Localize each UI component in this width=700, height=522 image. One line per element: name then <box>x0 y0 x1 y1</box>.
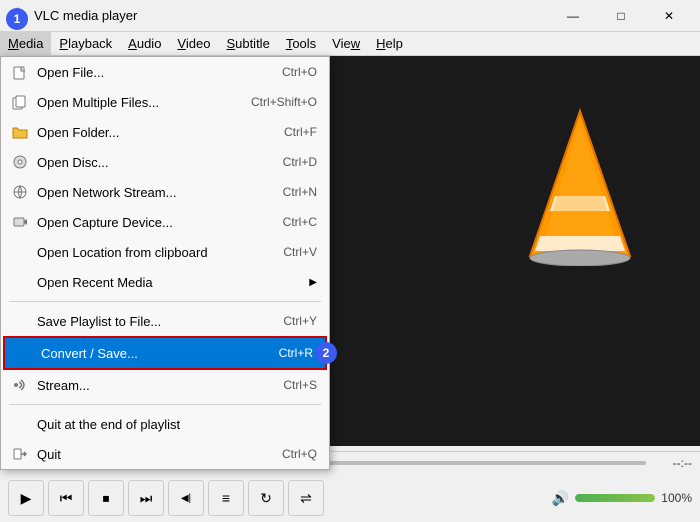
menu-quit[interactable]: Quit Ctrl+Q <box>1 439 329 469</box>
menu-open-folder[interactable]: Open Folder... Ctrl+F <box>1 117 329 147</box>
separator-2 <box>9 404 321 405</box>
menu-open-capture[interactable]: Open Capture Device... Ctrl+C <box>1 207 329 237</box>
play-button[interactable]: ▶ <box>8 480 44 516</box>
open-recent-label: Open Recent Media <box>37 275 301 290</box>
maximize-button[interactable]: □ <box>598 0 644 32</box>
eq-button[interactable]: ≡ <box>208 480 244 516</box>
menu-open-file[interactable]: Open File... Ctrl+O <box>1 57 329 87</box>
open-capture-icon <box>9 211 31 233</box>
volume-bar[interactable] <box>575 494 655 502</box>
menu-label-video: Video <box>177 36 210 51</box>
open-folder-icon <box>9 121 31 143</box>
badge-1: 1 <box>6 8 28 30</box>
save-playlist-icon <box>9 310 31 332</box>
open-disc-label: Open Disc... <box>37 155 263 170</box>
open-capture-shortcut: Ctrl+C <box>283 215 317 229</box>
menu-stream[interactable]: Stream... Ctrl+S <box>1 370 329 400</box>
menu-open-network[interactable]: Open Network Stream... Ctrl+N <box>1 177 329 207</box>
open-location-icon <box>9 241 31 263</box>
menu-item-help[interactable]: Help <box>368 32 411 55</box>
menu-save-playlist[interactable]: Save Playlist to File... Ctrl+Y <box>1 306 329 336</box>
open-disc-icon <box>9 151 31 173</box>
window-controls: — □ ✕ <box>550 0 692 32</box>
open-file-shortcut: Ctrl+O <box>282 65 317 79</box>
dropdown-menu: Open File... Ctrl+O Open Multiple Files.… <box>0 56 330 470</box>
menu-item-subtitle[interactable]: Subtitle <box>218 32 277 55</box>
frame-back-button[interactable]: ◀| <box>168 480 204 516</box>
open-folder-shortcut: Ctrl+F <box>284 125 317 139</box>
title-bar: VLC media player — □ ✕ <box>0 0 700 32</box>
volume-fill <box>575 494 655 502</box>
controls-row: ▶ ⏮ ⏹ ⏭ ◀| ≡ ↻ ⇌ 🔊 100% <box>0 474 700 522</box>
open-recent-icon <box>9 271 31 293</box>
open-folder-label: Open Folder... <box>37 125 264 140</box>
stream-label: Stream... <box>37 378 263 393</box>
main-content: 1 Open File... Ctrl+O Open Multiple File <box>0 56 700 446</box>
minimize-button[interactable]: — <box>550 0 596 32</box>
convert-save-icon <box>13 342 35 364</box>
menu-convert-save[interactable]: Convert / Save... Ctrl+R 2 <box>3 336 327 370</box>
next-button[interactable]: ⏭ <box>128 480 164 516</box>
menu-quit-end[interactable]: Quit at the end of playlist <box>1 409 329 439</box>
menu-item-media[interactable]: Media <box>0 32 51 55</box>
badge-2: 2 <box>315 342 337 364</box>
menu-item-audio[interactable]: Audio <box>120 32 169 55</box>
menu-label-help: Help <box>376 36 403 51</box>
menu-label-tools: Tools <box>286 36 316 51</box>
open-multiple-shortcut: Ctrl+Shift+O <box>251 95 317 109</box>
menu-label-view: View <box>332 36 360 51</box>
menu-label-subtitle: Subtitle <box>226 36 269 51</box>
volume-icon[interactable]: 🔊 <box>552 490 569 507</box>
vlc-cone <box>520 106 640 266</box>
menu-item-video[interactable]: Video <box>169 32 218 55</box>
menu-label-audio: Audio <box>128 36 161 51</box>
quit-end-icon <box>9 413 31 435</box>
loop-button[interactable]: ↻ <box>248 480 284 516</box>
open-location-shortcut: Ctrl+V <box>283 245 317 259</box>
open-disc-shortcut: Ctrl+D <box>283 155 317 169</box>
open-multiple-icon <box>9 91 31 113</box>
submenu-arrow: ▶ <box>309 277 317 288</box>
stream-shortcut: Ctrl+S <box>283 378 317 392</box>
open-file-icon <box>9 61 31 83</box>
volume-area: 🔊 100% <box>552 490 692 507</box>
stream-icon <box>9 374 31 396</box>
menu-label-media: Media <box>8 36 43 51</box>
quit-label: Quit <box>37 447 262 462</box>
quit-end-label: Quit at the end of playlist <box>37 417 317 432</box>
open-network-shortcut: Ctrl+N <box>283 185 317 199</box>
menu-open-multiple[interactable]: Open Multiple Files... Ctrl+Shift+O <box>1 87 329 117</box>
quit-icon <box>9 443 31 465</box>
open-network-icon <box>9 181 31 203</box>
menu-item-view[interactable]: View <box>324 32 368 55</box>
separator-1 <box>9 301 321 302</box>
open-network-label: Open Network Stream... <box>37 185 263 200</box>
quit-shortcut: Ctrl+Q <box>282 447 317 461</box>
close-button[interactable]: ✕ <box>646 0 692 32</box>
shuffle-button[interactable]: ⇌ <box>288 480 324 516</box>
volume-label: 100% <box>661 491 692 505</box>
open-file-label: Open File... <box>37 65 262 80</box>
menu-open-recent[interactable]: Open Recent Media ▶ <box>1 267 329 297</box>
menu-open-disc[interactable]: Open Disc... Ctrl+D <box>1 147 329 177</box>
open-multiple-label: Open Multiple Files... <box>37 95 231 110</box>
menu-item-playback[interactable]: Playback <box>51 32 120 55</box>
save-playlist-label: Save Playlist to File... <box>37 314 263 329</box>
convert-save-shortcut: Ctrl+R <box>279 346 313 360</box>
open-capture-label: Open Capture Device... <box>37 215 263 230</box>
save-playlist-shortcut: Ctrl+Y <box>283 314 317 328</box>
menu-label-playback: Playback <box>59 36 112 51</box>
app-title: VLC media player <box>34 8 550 23</box>
prev-button[interactable]: ⏮ <box>48 480 84 516</box>
convert-save-label: Convert / Save... <box>41 346 259 361</box>
stop-button[interactable]: ⏹ <box>88 480 124 516</box>
menu-bar: Media Playback Audio Video Subtitle Tool… <box>0 32 700 56</box>
open-location-label: Open Location from clipboard <box>37 245 263 260</box>
time-total: --:-- <box>652 456 692 470</box>
menu-open-location[interactable]: Open Location from clipboard Ctrl+V <box>1 237 329 267</box>
menu-item-tools[interactable]: Tools <box>278 32 324 55</box>
